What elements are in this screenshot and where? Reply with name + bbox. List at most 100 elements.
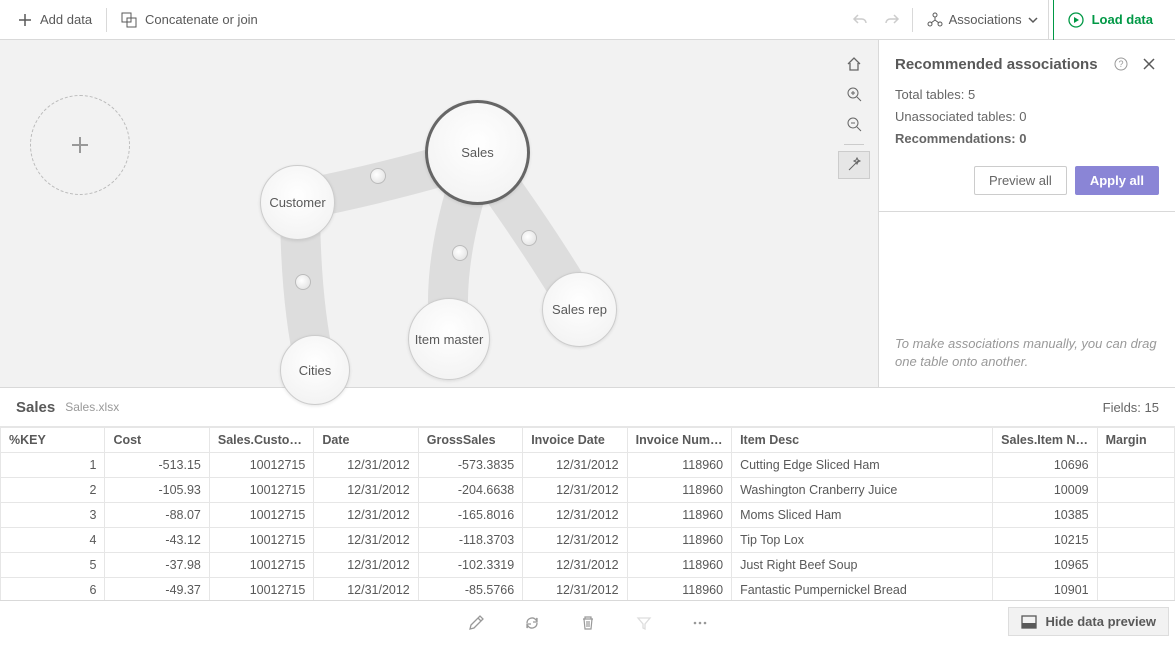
zoom-in-icon [846, 86, 862, 102]
table-cell: 10012715 [209, 453, 313, 478]
undo-button[interactable] [844, 4, 876, 36]
concatenate-button[interactable]: Concatenate or join [111, 6, 268, 34]
table-cell: -513.15 [105, 453, 209, 478]
column-header[interactable]: Invoice Date [523, 428, 627, 453]
bubble-label: Item master [415, 332, 484, 347]
help-button[interactable]: ? [1111, 54, 1131, 74]
redo-icon [884, 12, 900, 28]
table-cell: 2 [1, 478, 105, 503]
apply-all-button[interactable]: Apply all [1075, 166, 1159, 195]
table-cell: 10012715 [209, 578, 313, 601]
table-row[interactable]: 5-37.981001271512/31/2012-102.331912/31/… [1, 553, 1175, 578]
add-table-circle[interactable] [30, 95, 130, 195]
column-header[interactable]: Item Desc [732, 428, 993, 453]
svg-text:?: ? [1118, 59, 1123, 69]
table-cell: 12/31/2012 [314, 528, 418, 553]
preview-table-name: Sales [16, 399, 55, 416]
canvas-tools [838, 50, 870, 179]
help-icon: ? [1114, 57, 1128, 71]
more-button[interactable] [684, 607, 716, 639]
stat-value: 0 [1019, 109, 1026, 124]
bubble-label: Sales [461, 145, 494, 160]
table-row[interactable]: 4-43.121001271512/31/2012-118.370312/31/… [1, 528, 1175, 553]
table-cell: 12/31/2012 [523, 453, 627, 478]
column-header[interactable]: Margin [1097, 428, 1174, 453]
association-joint[interactable] [295, 274, 311, 290]
redo-button[interactable] [876, 4, 908, 36]
column-header[interactable]: Invoice Num… [627, 428, 731, 453]
table-cell: -37.98 [105, 553, 209, 578]
table-cell: -105.93 [105, 478, 209, 503]
associations-icon [927, 12, 943, 28]
table-row[interactable]: 2-105.931001271512/31/2012-204.663812/31… [1, 478, 1175, 503]
zoom-out-button[interactable] [838, 110, 870, 138]
table-cell: 12/31/2012 [314, 553, 418, 578]
delete-button[interactable] [572, 607, 604, 639]
column-header[interactable]: Sales.Item N… [993, 428, 1097, 453]
table-cell [1097, 528, 1174, 553]
panel-stats: Total tables: 5 Unassociated tables: 0 R… [879, 84, 1175, 162]
data-preview-grid[interactable]: %KEYCostSales.Custo…DateGrossSalesInvoic… [0, 426, 1175, 600]
add-data-button[interactable]: Add data [8, 6, 102, 33]
table-cell: -88.07 [105, 503, 209, 528]
column-header[interactable]: Date [314, 428, 418, 453]
table-cell: -118.3703 [418, 528, 522, 553]
table-cell: -165.8016 [418, 503, 522, 528]
table-row[interactable]: 3-88.071001271512/31/2012-165.801612/31/… [1, 503, 1175, 528]
table-cell [1097, 578, 1174, 601]
column-header[interactable]: Cost [105, 428, 209, 453]
bubble-label: Sales rep [552, 302, 607, 317]
table-row[interactable]: 6-49.371001271512/31/2012-85.576612/31/2… [1, 578, 1175, 601]
column-header[interactable]: %KEY [1, 428, 105, 453]
home-icon [846, 56, 862, 72]
panel-hint: To make associations manually, you can d… [879, 305, 1175, 387]
preview-header: Sales Sales.xlsx Fields: 15 [0, 388, 1175, 426]
table-cell: 10385 [993, 503, 1097, 528]
bubble-sales-rep[interactable]: Sales rep [542, 272, 617, 347]
association-joint[interactable] [370, 168, 386, 184]
table-cell: 10901 [993, 578, 1097, 601]
bubble-sales[interactable]: Sales [425, 100, 530, 205]
hide-preview-button[interactable]: Hide data preview [1008, 607, 1169, 636]
table-cell [1097, 478, 1174, 503]
close-panel-button[interactable] [1139, 54, 1159, 74]
plus-icon [18, 13, 32, 27]
table-cell: -85.5766 [418, 578, 522, 601]
stat-label: Recommendations: [895, 131, 1019, 146]
associations-dropdown[interactable]: Associations [917, 6, 1048, 34]
home-zoom-button[interactable] [838, 50, 870, 78]
association-canvas[interactable]: Sales Customer Cities Item master Sales … [0, 40, 878, 388]
close-icon [1143, 58, 1155, 70]
chevron-down-icon [1028, 15, 1038, 25]
association-joint[interactable] [452, 245, 468, 261]
edit-button[interactable] [460, 607, 492, 639]
bubble-cities[interactable]: Cities [280, 335, 350, 405]
bubble-item-master[interactable]: Item master [408, 298, 490, 380]
table-row[interactable]: 1-513.151001271512/31/2012-573.383512/31… [1, 453, 1175, 478]
associations-label: Associations [949, 12, 1022, 27]
more-icon [692, 615, 708, 631]
refresh-icon [524, 615, 540, 631]
refresh-button[interactable] [516, 607, 548, 639]
table-cell: Washington Cranberry Juice [732, 478, 993, 503]
magic-wand-button[interactable] [838, 151, 870, 179]
divider [844, 144, 864, 145]
load-data-button[interactable]: Load data [1053, 0, 1167, 40]
concatenate-icon [121, 12, 137, 28]
table-cell: -49.37 [105, 578, 209, 601]
trash-icon [580, 615, 596, 631]
concatenate-label: Concatenate or join [145, 12, 258, 27]
table-cell: Just Right Beef Soup [732, 553, 993, 578]
table-cell [1097, 503, 1174, 528]
column-header[interactable]: Sales.Custo… [209, 428, 313, 453]
separator [106, 8, 107, 32]
column-header[interactable]: GrossSales [418, 428, 522, 453]
zoom-in-button[interactable] [838, 80, 870, 108]
association-joint[interactable] [521, 230, 537, 246]
table-cell: 12/31/2012 [523, 578, 627, 601]
table-cell: 118960 [627, 503, 731, 528]
filter-button[interactable] [628, 607, 660, 639]
bubble-customer[interactable]: Customer [260, 165, 335, 240]
preview-all-button[interactable]: Preview all [974, 166, 1067, 195]
recommendations-panel: Recommended associations ? Total tables:… [878, 40, 1175, 388]
